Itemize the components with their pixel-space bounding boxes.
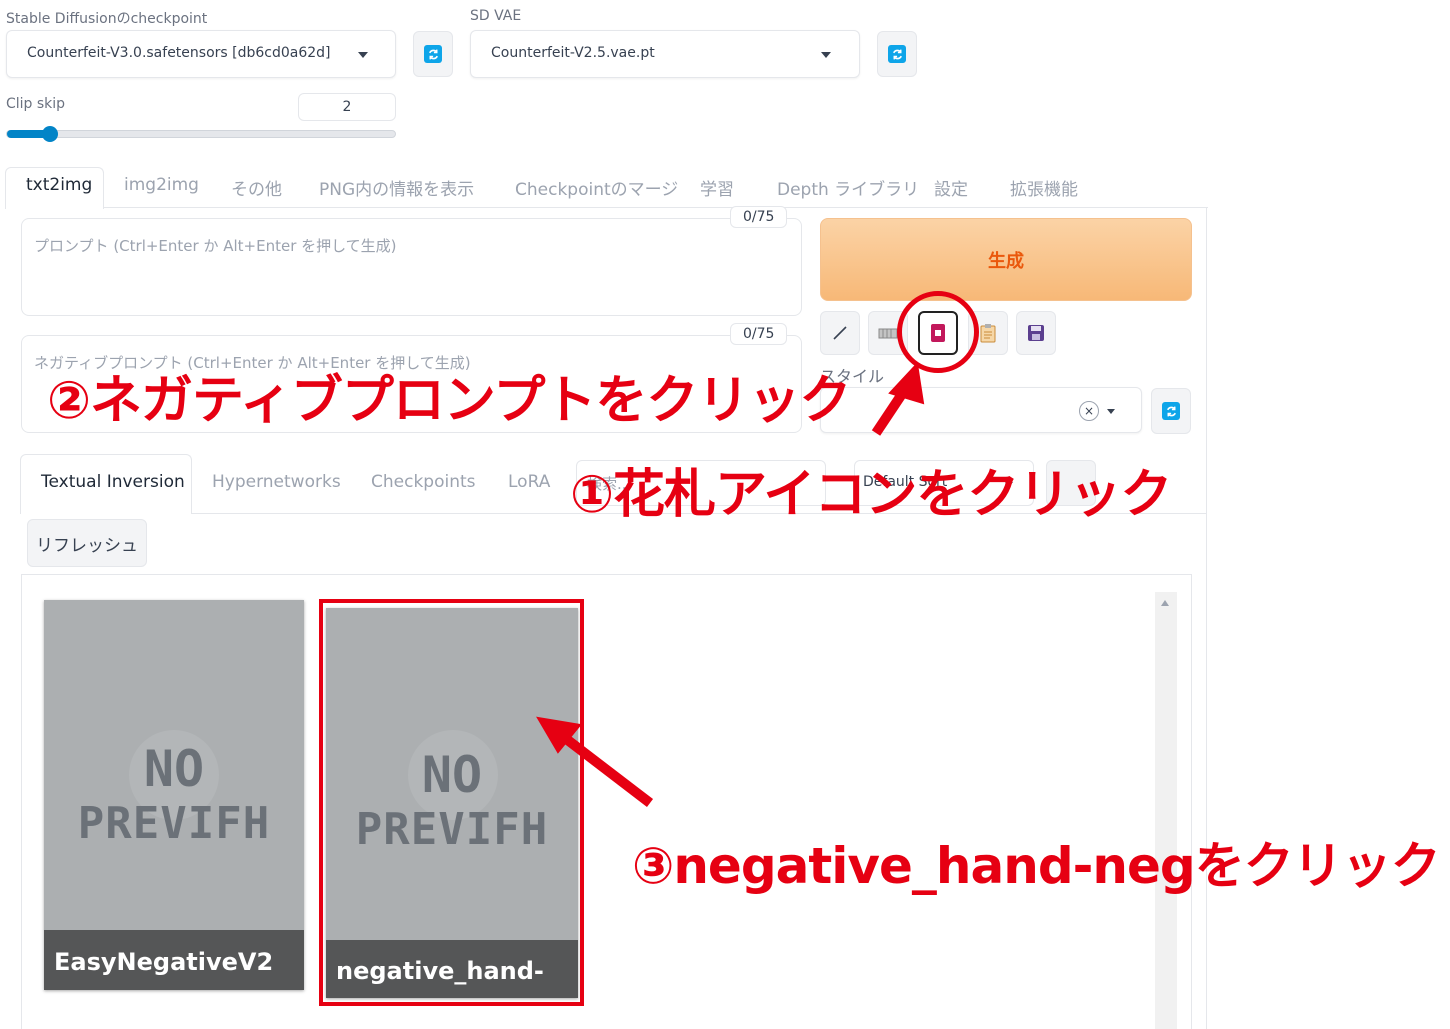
- annotation-step3: ③negative_hand-negをクリック: [632, 837, 1441, 895]
- annotation-step2: ②ネガティブプロンプトをクリック: [47, 371, 851, 431]
- annotation-step1: ①花札アイコンをクリック: [570, 465, 1172, 525]
